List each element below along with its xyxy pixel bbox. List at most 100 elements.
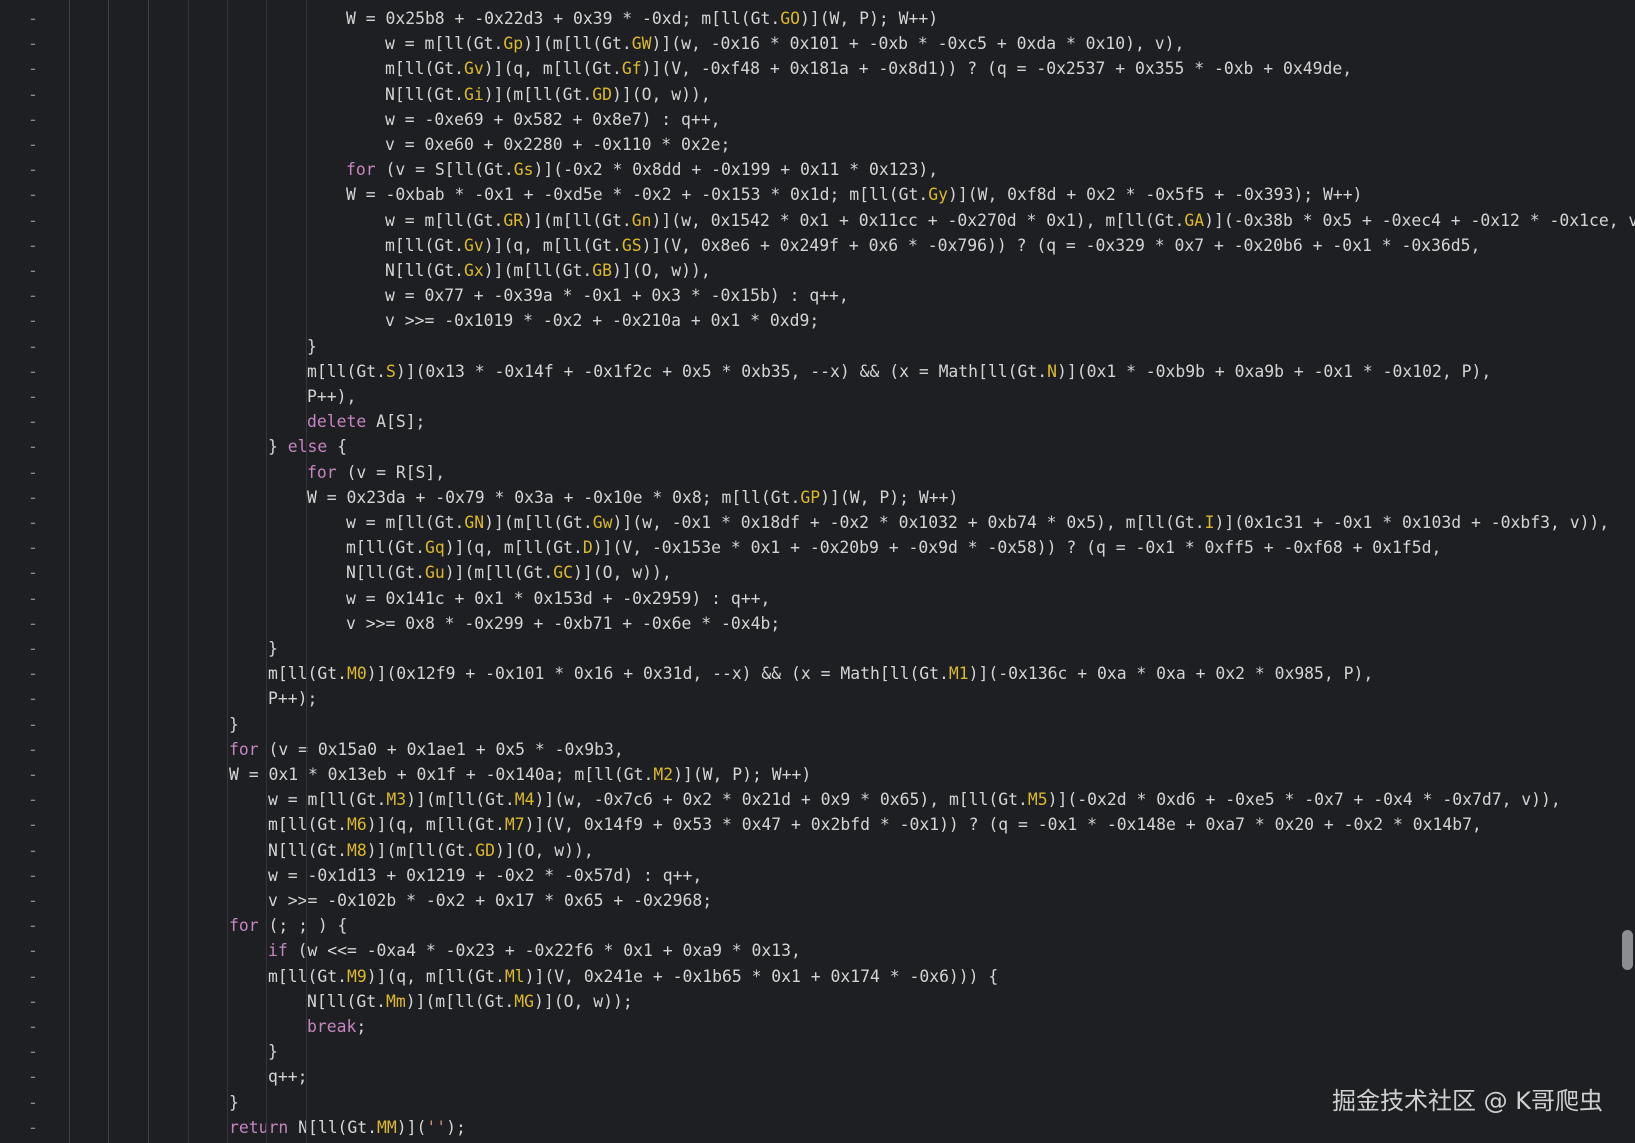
code-line[interactable]: - for (; ; ) {	[0, 913, 1615, 938]
code-token: )](q, m[ll(Gt.	[483, 235, 622, 255]
code-line[interactable]: - N[ll(Gt.M8)](m[ll(Gt.GD)](O, w)),	[0, 838, 1615, 863]
code-token: v >>= -0x102b * -0x2 + 0x17 * 0x65 + -0x…	[268, 891, 713, 910]
keyword-token: for	[307, 462, 337, 482]
property-token: I	[1204, 513, 1215, 532]
code-line[interactable]: - for (v = S[ll(Gt.Gs)](-0x2 * 0x8dd + -0…	[0, 157, 1615, 182]
property-token: GW	[631, 34, 652, 54]
code-line[interactable]: -}	[0, 636, 1615, 661]
property-token: M2	[653, 765, 674, 784]
code-text: P++),	[307, 384, 356, 409]
vertical-scrollbar-thumb[interactable]	[1622, 930, 1633, 970]
code-line[interactable]: - if (w <<= -0xa4 * -0x23 + -0x22f6 * 0x1…	[0, 938, 1615, 963]
code-line[interactable]: - m[ll(Gt.Gq)](q, m[ll(Gt.D)](V, -0x153e …	[0, 535, 1615, 560]
code-token: )](O, w));	[534, 991, 633, 1011]
indent-guide	[227, 0, 228, 1143]
code-line[interactable]: - return N[ll(Gt.MM)]('');	[0, 1115, 1615, 1140]
code-text: }	[268, 636, 278, 661]
gutter-marker: -	[28, 1017, 38, 1036]
code-line[interactable]: - W = -0xbab * -0x1 + -0xd5e * -0x2 + -0x…	[0, 182, 1615, 207]
code-token: W = 0x23da + -0x79 * 0x3a + -0x10e * 0x8…	[307, 487, 801, 507]
code-line[interactable]: - m[ll(Gt.Gv)](q, m[ll(Gt.Gf)](V, -0xf48 …	[0, 56, 1615, 81]
code-token: )](O, w)),	[495, 840, 594, 860]
code-line[interactable]: - w = 0x77 + -0x39a * -0x1 + 0x3 * -0x15b…	[0, 283, 1615, 308]
code-line[interactable]: - P++);	[0, 686, 1615, 711]
code-token: (v = R[S],	[336, 462, 446, 482]
code-line[interactable]: - w = m[ll(Gt.GR)](m[ll(Gt.Gn)](w, 0x1542…	[0, 208, 1635, 233]
code-line[interactable]: - P++),	[0, 384, 1615, 409]
gutter-marker: -	[28, 891, 38, 910]
property-token: M3	[386, 790, 407, 810]
code-line[interactable]: - N[ll(Gt.Gu)](m[ll(Gt.GC)](O, w)),	[0, 560, 1615, 585]
code-line[interactable]: - N[ll(Gt.Gi)](m[ll(Gt.GD)](O, w)),	[0, 82, 1615, 107]
code-line[interactable]: - w = -0xe69 + 0x582 + 0x8e7) : q++,	[0, 107, 1615, 132]
code-line[interactable]: - W = 0x23da + -0x79 * 0x3a + -0x10e * 0x…	[0, 485, 1615, 510]
code-line[interactable]: - v >>= -0x1019 * -0x2 + -0x210a + 0x1 * …	[0, 308, 1615, 333]
code-text: W = -0xbab * -0x1 + -0xd5e * -0x2 + -0x1…	[346, 182, 1362, 207]
code-token: m[ll(Gt.	[385, 235, 464, 255]
code-token: )](m[ll(Gt.	[366, 840, 476, 860]
code-line[interactable]: - m[ll(Gt.M0)](0x12f9 + -0x101 * 0x16 + 0…	[0, 661, 1615, 686]
code-line[interactable]: - m[ll(Gt.Gv)](q, m[ll(Gt.GS)](V, 0x8e6 +…	[0, 233, 1615, 258]
code-line[interactable]: -}	[0, 712, 1615, 737]
gutter-marker: -	[28, 966, 38, 986]
gutter-marker: -	[28, 765, 38, 784]
gutter-marker: -	[28, 135, 38, 154]
code-line[interactable]: -}	[0, 1039, 1615, 1064]
property-token: Gv	[463, 235, 484, 255]
code-line[interactable]: - w = -0x1d13 + 0x1219 + -0x2 * -0x57d) :…	[0, 863, 1615, 888]
gutter-marker: -	[28, 286, 38, 306]
code-text: w = m[ll(Gt.M3)](m[ll(Gt.M4)](w, -0x7c6 …	[268, 787, 1561, 812]
code-token: N[ll(Gt.	[385, 84, 464, 104]
code-text: w = m[ll(Gt.GR)](m[ll(Gt.Gn)](w, 0x1542 …	[385, 208, 1635, 233]
code-line[interactable]: - v = 0xe60 + 0x2280 + -0x110 * 0x2e;	[0, 132, 1615, 157]
code-line[interactable]: - m[ll(Gt.S)](0x13 * -0x14f + -0x1f2c + 0…	[0, 359, 1615, 384]
code-line[interactable]: -}	[0, 334, 1615, 359]
code-text: m[ll(Gt.M0)](0x12f9 + -0x101 * 0x16 + 0x…	[268, 661, 1373, 686]
gutter-marker: -	[28, 235, 38, 255]
code-line[interactable]: - W = 0x25b8 + -0x22d3 + 0x39 * -0xd; m[l…	[0, 6, 1615, 31]
code-text: m[ll(Gt.M6)](q, m[ll(Gt.M7)](V, 0x14f9 +…	[268, 812, 1482, 837]
code-token: v = 0xe60 + 0x2280 + -0x110 * 0x2e;	[385, 135, 731, 154]
code-line[interactable]: - w = m[ll(Gt.GN)](m[ll(Gt.Gw)](w, -0x1 *…	[0, 510, 1615, 535]
gutter-marker: -	[28, 790, 38, 810]
code-token: )](0x12f9 + -0x101 * 0x16 + 0x31d, --x) …	[366, 664, 949, 684]
code-line[interactable]: - N[ll(Gt.Mm)](m[ll(Gt.MG)](O, w));	[0, 989, 1615, 1014]
gutter-marker: -	[28, 109, 38, 129]
code-text: v = 0xe60 + 0x2280 + -0x110 * 0x2e;	[385, 132, 730, 157]
code-token: )](-0x2d * 0xd6 + -0xe5 * -0x7 + -0x4 * …	[1047, 790, 1561, 810]
code-line[interactable]: - w = 0x141c + 0x1 * 0x153d + -0x2959) : …	[0, 586, 1615, 611]
code-token: w = m[ll(Gt.	[385, 210, 504, 230]
code-text: } else {	[268, 434, 347, 459]
code-token: (; ; ) {	[258, 916, 348, 936]
code-line[interactable]: - m[ll(Gt.M6)](q, m[ll(Gt.M7)](V, 0x14f9 …	[0, 812, 1615, 837]
code-token: m[ll(Gt.	[385, 59, 464, 79]
property-token: Gq	[424, 538, 445, 558]
code-line[interactable]: - w = m[ll(Gt.M3)](m[ll(Gt.M4)](w, -0x7c6…	[0, 787, 1615, 812]
code-line[interactable]: - W = 0x1 * 0x13eb + 0x1f + -0x140a; m[ll…	[0, 762, 1615, 787]
code-line[interactable]: -} else {	[0, 434, 1615, 459]
code-line[interactable]: - m[ll(Gt.M9)](q, m[ll(Gt.Ml)](V, 0x241e …	[0, 964, 1615, 989]
code-token: (w <<= -0xa4 * -0x23 + -0x22f6 * 0x1 + 0…	[287, 941, 801, 961]
code-line[interactable]: - N[ll(Gt.Gx)](m[ll(Gt.GB)](O, w)),	[0, 258, 1615, 283]
code-line[interactable]: - break;	[0, 1014, 1615, 1039]
gutter-marker: -	[28, 664, 38, 684]
code-line[interactable]: - v >>= 0x8 * -0x299 + -0xb71 + -0x6e * -…	[0, 611, 1615, 636]
property-token: M1	[948, 664, 969, 684]
code-token: m[ll(Gt.	[346, 538, 425, 558]
code-text: for (v = R[S],	[307, 460, 445, 485]
code-text: v >>= -0x102b * -0x2 + 0x17 * 0x65 + -0x…	[268, 888, 712, 913]
code-token: (v = S[ll(Gt.	[375, 160, 514, 180]
code-line[interactable]: - v >>= -0x102b * -0x2 + 0x17 * 0x65 + -0…	[0, 888, 1615, 913]
code-line[interactable]: - for (v = R[S],	[0, 460, 1615, 485]
keyword-token: break	[307, 1017, 357, 1036]
code-line[interactable]: - for (v = 0x15a0 + 0x1ae1 + 0x5 * -0x9b3…	[0, 737, 1615, 762]
code-token: )](q, m[ll(Gt.	[366, 966, 505, 986]
code-text: w = m[ll(Gt.Gp)](m[ll(Gt.GW)](w, -0x16 *…	[385, 31, 1184, 56]
code-token: P++);	[268, 689, 318, 709]
property-token: M4	[514, 790, 535, 810]
code-line[interactable]: - w = m[ll(Gt.Gp)](m[ll(Gt.GW)](w, -0x16 …	[0, 31, 1615, 56]
code-line[interactable]: - delete A[S];	[0, 409, 1615, 434]
keyword-token: else	[287, 437, 328, 457]
code-editor[interactable]: - W = 0x25b8 + -0x22d3 + 0x39 * -0xd; m[l…	[0, 0, 1635, 1143]
code-token: w = -0xe69 + 0x582 + 0x8e7) : q++,	[385, 109, 721, 129]
